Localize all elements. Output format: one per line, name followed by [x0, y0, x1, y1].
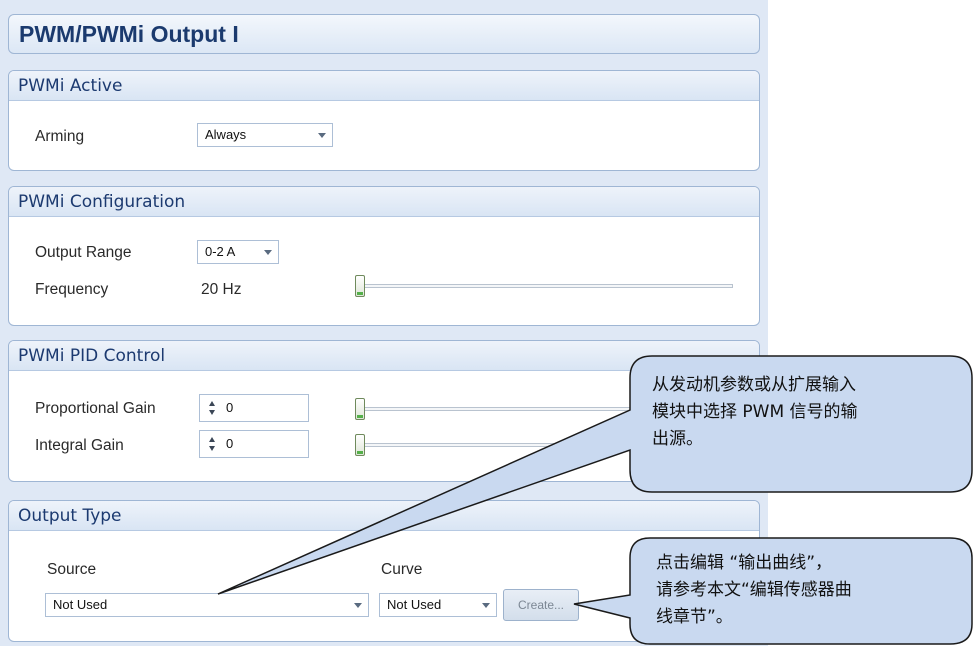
callout-line: 出源。	[652, 429, 703, 449]
callout-line: 点击编辑 “输出曲线”，	[656, 553, 833, 573]
callout-line: 线章节”。	[656, 607, 733, 627]
source-callout-text: 从发动机参数或从扩展输入 模块中选择 PWM 信号的输 出源。	[652, 372, 858, 453]
callout-line: 从发动机参数或从扩展输入	[652, 375, 856, 395]
create-callout-text: 点击编辑 “输出曲线”， 请参考本文“编辑传感器曲 线章节”。	[656, 550, 852, 631]
callout-line: 模块中选择 PWM 信号的输	[652, 402, 858, 422]
callout-line: 请参考本文“编辑传感器曲	[656, 580, 852, 600]
